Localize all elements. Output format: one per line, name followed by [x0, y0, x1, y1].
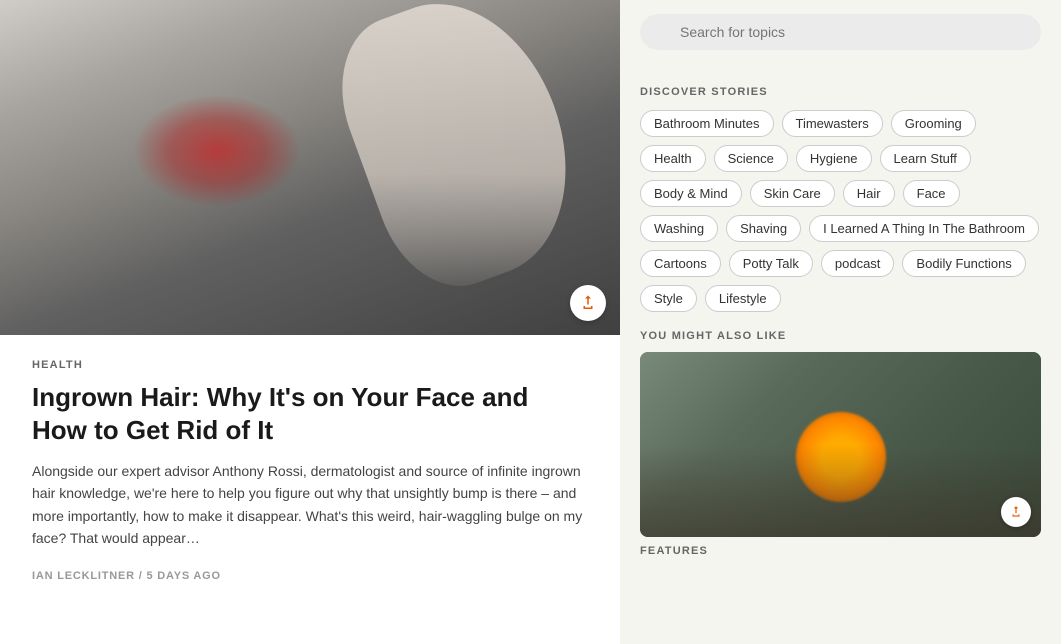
article-content: HEALTH Ingrown Hair: Why It's on Your Fa… — [0, 335, 620, 644]
rec-share-icon — [1009, 505, 1023, 519]
article-excerpt: Alongside our expert advisor Anthony Ros… — [32, 460, 588, 550]
article-meta: IAN LECKLITNER / 5 DAYS AGO — [32, 570, 588, 582]
search-wrapper — [640, 14, 1041, 68]
article-category: HEALTH — [32, 359, 588, 371]
tag-item[interactable]: podcast — [821, 250, 895, 277]
tag-item[interactable]: Body & Mind — [640, 180, 742, 207]
tag-item[interactable]: Washing — [640, 215, 718, 242]
recommendation-image — [640, 352, 1041, 537]
article-published: 5 DAYS AGO — [146, 570, 220, 582]
right-panel: DISCOVER STORIES Bathroom Minutes Timewas… — [620, 0, 1061, 644]
left-panel: HEALTH Ingrown Hair: Why It's on Your Fa… — [0, 0, 620, 644]
share-button[interactable] — [570, 285, 606, 321]
tags-container: Bathroom Minutes Timewasters Grooming Healt… — [640, 110, 1041, 312]
tag-item[interactable]: Lifestyle — [705, 285, 781, 312]
article-title: Ingrown Hair: Why It's on Your Face and … — [32, 381, 588, 446]
tag-item[interactable]: Bathroom Minutes — [640, 110, 774, 137]
recommendation-card — [640, 352, 1041, 537]
tag-item[interactable]: Shaving — [726, 215, 801, 242]
article-hero-image — [0, 0, 620, 335]
tag-item[interactable]: Hair — [843, 180, 895, 207]
search-input[interactable] — [640, 14, 1041, 50]
tag-item[interactable]: Bodily Functions — [902, 250, 1025, 277]
tag-item[interactable]: Timewasters — [782, 110, 883, 137]
tag-item[interactable]: Science — [714, 145, 788, 172]
tag-item[interactable]: Style — [640, 285, 697, 312]
tag-item[interactable]: Grooming — [891, 110, 976, 137]
tag-item[interactable]: Learn Stuff — [880, 145, 971, 172]
you-might-also-like-label: YOU MIGHT ALSO LIKE — [640, 330, 1041, 342]
tag-item[interactable]: Potty Talk — [729, 250, 813, 277]
tag-item[interactable]: Hygiene — [796, 145, 872, 172]
tag-item[interactable]: Skin Care — [750, 180, 835, 207]
tag-item[interactable]: Cartoons — [640, 250, 721, 277]
discover-stories-label: DISCOVER STORIES — [640, 86, 1041, 98]
share-icon — [579, 294, 597, 312]
features-label: FEATURES — [640, 537, 1041, 561]
tag-item[interactable]: Face — [903, 180, 960, 207]
recommendation-share-button[interactable] — [1001, 497, 1031, 527]
article-author: IAN LECKLITNER — [32, 570, 135, 582]
tag-item[interactable]: Health — [640, 145, 706, 172]
tag-item[interactable]: I Learned A Thing In The Bathroom — [809, 215, 1039, 242]
article-image-container — [0, 0, 620, 335]
